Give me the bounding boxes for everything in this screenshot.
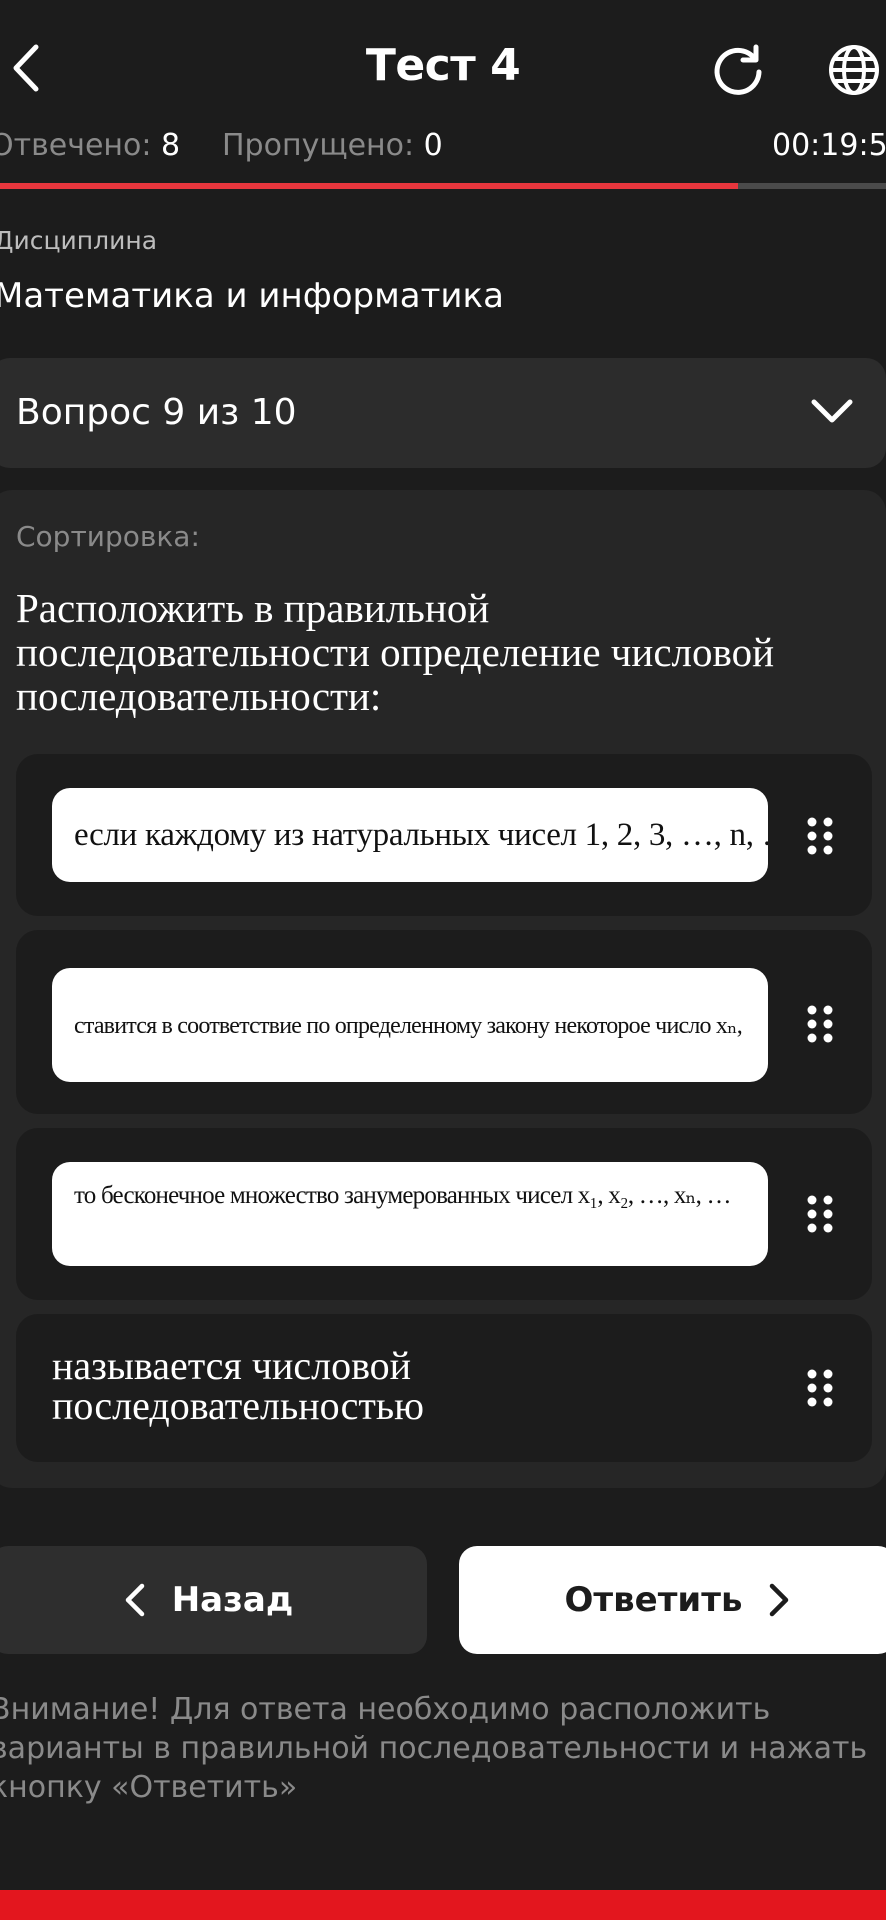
sortable-option[interactable]: если каждому из натуральных чисел 1, 2, … (16, 754, 872, 916)
question-selector-label: Вопрос 9 из 10 (16, 392, 297, 433)
chevron-down-icon (811, 399, 853, 423)
answered-label: Отвечено: (0, 128, 152, 163)
option-text: называется числовой последовательностью (52, 1343, 424, 1428)
drag-handle-icon[interactable] (806, 1004, 834, 1044)
sortable-option[interactable]: то бесконечное множество занумерованных … (16, 1128, 872, 1300)
notice-text: Внимание! Для ответа необходимо располож… (0, 1692, 868, 1805)
skipped-stat: Пропущено: 0 (222, 128, 443, 163)
sortable-option[interactable]: называется числовой последовательностью (16, 1314, 872, 1462)
progress-bar (0, 183, 886, 189)
answer-button-label: Ответить (564, 1580, 743, 1620)
progress-fill (0, 183, 739, 189)
skipped-value: 0 (423, 128, 443, 163)
refresh-button[interactable] (706, 38, 770, 102)
option-text-image: ставится в соответствие по определенному… (52, 968, 768, 1082)
discipline-value: Математика и информатика (0, 276, 504, 316)
chevron-left-icon (125, 1583, 144, 1617)
globe-icon (829, 45, 879, 95)
option-text-image: то бесконечное множество занумерованных … (52, 1162, 768, 1266)
language-button[interactable] (822, 38, 886, 102)
drag-handle-icon[interactable] (806, 1194, 834, 1234)
test-stats: Отвечено: 8 Пропущено: 0 00:19:59 (0, 128, 886, 168)
bottom-accent-bar (0, 1890, 886, 1920)
back-button-label: Назад (171, 1580, 294, 1620)
chevron-right-icon (770, 1583, 789, 1617)
sortable-option[interactable]: ставится в соответствие по определенному… (16, 930, 872, 1114)
answered-value: 8 (161, 128, 181, 163)
drag-handle-icon[interactable] (806, 816, 834, 856)
discipline-label: Дисциплина (0, 226, 158, 255)
drag-handle-icon[interactable] (806, 1368, 834, 1408)
question-type-label: Сортировка: (16, 520, 200, 553)
back-button[interactable]: Назад (0, 1546, 427, 1654)
answered-stat: Отвечено: 8 (0, 128, 180, 163)
app-header: Тест 4 (0, 0, 886, 130)
option-text-image: если каждому из натуральных чисел 1, 2, … (52, 788, 768, 882)
timer: 00:19:59 (772, 128, 886, 163)
skipped-label: Пропущено: (222, 128, 415, 163)
answer-button[interactable]: Ответить (459, 1546, 886, 1654)
refresh-icon (714, 44, 762, 95)
question-text: Расположить в правильной последовательно… (16, 585, 775, 719)
question-card: Сортировка: Расположить в правильной пос… (0, 490, 886, 1488)
question-selector[interactable]: Вопрос 9 из 10 (0, 358, 886, 468)
